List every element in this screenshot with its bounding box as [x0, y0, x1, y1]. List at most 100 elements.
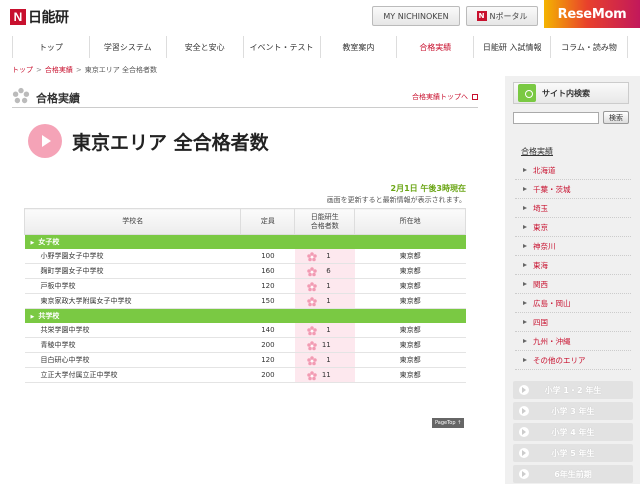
results-body: ▶ 女子校 小野学園女子中学校 100 1 東京都 麹町学園女子中学校 160 6 東京都 戸板中学… [24, 234, 466, 383]
passers-count: 11 [321, 371, 331, 379]
nav-item[interactable]: 教室案内 [319, 36, 397, 58]
results-top-link[interactable]: 合格実績トップへ [412, 92, 478, 102]
passers-cell: 6 [294, 263, 355, 279]
capacity: 120 [240, 352, 295, 368]
grade-button[interactable]: 6年生前期 [513, 465, 633, 483]
sakura-icon [307, 341, 317, 351]
area-item[interactable]: 東京 [515, 218, 631, 237]
nav-item[interactable]: 安全と安心 [165, 36, 243, 58]
area-item[interactable]: 北海道 [515, 161, 631, 180]
location: 東京都 [354, 337, 466, 353]
area-item[interactable]: 四国 [515, 313, 631, 332]
bullet-icon [523, 263, 527, 267]
area-label: その他のエリア [533, 355, 586, 365]
table-row: 東京家政大学附属女子中学校 150 1 東京都 [24, 293, 466, 309]
grade-label: 小学 1・2 年生 [544, 385, 602, 395]
triangle-icon: ▶ [30, 239, 35, 246]
area-item[interactable]: 東海 [515, 256, 631, 275]
school-name: 立正大学付属立正中学校 [24, 367, 241, 383]
page-title: 東京エリア 全合格者数 [72, 132, 269, 154]
passers-cell: 1 [294, 293, 355, 309]
my-nichinoken-button[interactable]: MY NICHINOKEN [372, 6, 460, 26]
site-search-header: サイト内検索 [513, 82, 629, 104]
passers-count: 11 [321, 341, 331, 349]
grade-button[interactable]: 小学 1・2 年生 [513, 381, 633, 399]
page-heading: 東京エリア 全合格者数 [28, 124, 468, 158]
grade-button[interactable]: 小学 4 年生 [513, 423, 633, 441]
site-search-button[interactable]: 検索 [603, 111, 629, 124]
passers-cell: 1 [294, 352, 355, 368]
nav-item[interactable]: 学習システム [88, 36, 166, 58]
n-portal-button[interactable]: N Nポータル [466, 6, 538, 26]
school-name: 目白研心中学校 [24, 352, 241, 368]
section-title: 合格実績 [36, 92, 80, 105]
capacity: 160 [240, 263, 295, 279]
area-item[interactable]: 広島・岡山 [515, 294, 631, 313]
arrow-right-icon [28, 124, 62, 158]
arrow-circle-icon [519, 385, 529, 395]
breadcrumb-top[interactable]: トップ [12, 66, 33, 74]
passers-count: 1 [326, 325, 331, 334]
nav-item[interactable]: コラム・読み物 [550, 36, 628, 58]
breadcrumb-results[interactable]: 合格実績 [45, 66, 73, 74]
table-row: 小野学園女子中学校 100 1 東京都 [24, 248, 466, 264]
area-item[interactable]: その他のエリア [515, 351, 631, 370]
nav-item[interactable]: イベント・テスト [242, 36, 320, 58]
resemom-badge: ReseMom [544, 0, 640, 28]
area-item[interactable]: 千葉・茨城 [515, 180, 631, 199]
grade-button[interactable]: 小学 5 年生 [513, 444, 633, 462]
passers-cell: 1 [294, 248, 355, 264]
breadcrumb-separator: > [36, 66, 42, 74]
breadcrumb-current: 東京エリア 全合格者数 [84, 66, 157, 74]
area-item[interactable]: 九州・沖縄 [515, 332, 631, 351]
sakura-icon [307, 251, 317, 261]
table-row: 戸板中学校 120 1 東京都 [24, 278, 466, 294]
sakura-icon [307, 267, 317, 277]
location: 東京都 [354, 263, 466, 279]
school-name: 戸板中学校 [24, 278, 241, 294]
school-name: 麹町学園女子中学校 [24, 263, 241, 279]
my-nichinoken-label: MY NICHINOKEN [383, 11, 449, 21]
nav-item[interactable]: 合格実績 [396, 36, 473, 58]
results-top-link-label: 合格実績トップへ [412, 93, 468, 101]
area-item[interactable]: 埼玉 [515, 199, 631, 218]
passers-count: 1 [326, 282, 331, 290]
site-search-input[interactable] [513, 112, 599, 124]
category-row: ▶ 共学校 [24, 308, 466, 323]
area-label: 東海 [533, 260, 548, 270]
grade-list: 小学 1・2 年生小学 3 年生 小学 4 年生小学 5 年生 6年生前期 [513, 381, 633, 484]
triangle-icon: ▶ [30, 313, 35, 320]
area-item[interactable]: 関西 [515, 275, 631, 294]
area-label: 東京 [533, 222, 548, 232]
capacity: 150 [240, 293, 295, 309]
school-name: 青稜中学校 [24, 337, 241, 353]
site-search-title: サイト内検索 [542, 88, 590, 98]
nichinoken-logo[interactable]: N 日能研 [10, 9, 69, 26]
page-top-button[interactable]: PageTop ↑ [432, 418, 465, 428]
table-row: 麹町学園女子中学校 160 6 東京都 [24, 263, 466, 279]
header-passers: 日能研生 合格者数 [294, 208, 356, 235]
nav-item[interactable]: トップ [12, 36, 89, 58]
header-school: 学校名 [23, 208, 242, 235]
area-item[interactable]: 神奈川 [515, 237, 631, 256]
grade-button[interactable]: 小学 3 年生 [513, 402, 633, 420]
update-timestamp: 2月1日 午後3時現在 [390, 184, 466, 193]
category-row: ▶ 女子校 [24, 234, 466, 249]
sidebar-results-heading[interactable]: 合格実績 [521, 146, 553, 157]
sakura-icon [307, 297, 317, 307]
nav-item[interactable]: 日能研 入試情報 [473, 36, 550, 58]
category-text: 共学校 [38, 311, 60, 320]
capacity: 200 [240, 337, 295, 353]
sakura-icon [307, 325, 317, 335]
bullet-icon [523, 282, 527, 286]
area-label: 北海道 [533, 165, 556, 175]
capacity: 200 [240, 367, 295, 383]
school-name: 小野学園女子中学校 [24, 248, 241, 264]
sakura-icon [307, 282, 317, 292]
area-label: 四国 [533, 317, 548, 327]
school-name: 東京家政大学附属女子中学校 [24, 293, 241, 309]
grade-label: 小学 5 年生 [551, 448, 595, 458]
area-label: 広島・岡山 [533, 298, 571, 308]
sakura-icon [12, 87, 30, 104]
location: 東京都 [354, 293, 466, 309]
